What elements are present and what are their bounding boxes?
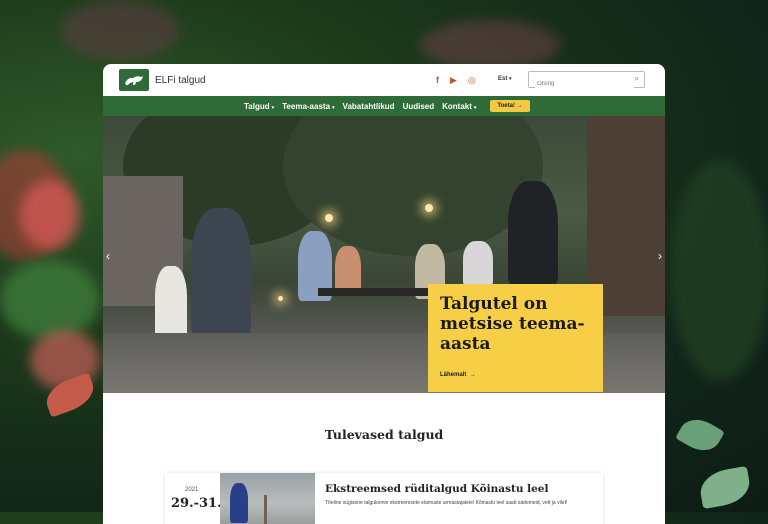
hero-photo-lamp bbox=[278, 296, 283, 301]
background-foliage bbox=[670, 160, 768, 380]
chevron-left-icon[interactable]: ‹ bbox=[106, 249, 110, 263]
hero-card: Talgutel on metsise teema-aasta Lähemalt… bbox=[428, 284, 603, 392]
support-button[interactable]: Toeta! → bbox=[490, 100, 530, 112]
instagram-icon[interactable]: ◎ bbox=[468, 75, 476, 86]
event-title[interactable]: Ekstreemsed rüditalgud Kõinastu leel bbox=[325, 483, 548, 495]
hero-headline: Talgutel on metsise teema-aasta bbox=[440, 294, 585, 354]
social-links: f ▶ ◎ bbox=[436, 75, 476, 86]
hero-photo-person bbox=[508, 181, 558, 286]
hero-photo-lamp bbox=[425, 204, 433, 212]
background-foliage bbox=[60, 0, 180, 60]
event-date: 29.-31. bbox=[171, 496, 222, 511]
arrow-right-icon: → bbox=[469, 372, 476, 378]
search-box: ⌕ bbox=[528, 71, 645, 92]
nav-item-teema-aasta[interactable]: Teema-aasta ▾ bbox=[282, 102, 334, 111]
chevron-down-icon: ▾ bbox=[473, 104, 477, 111]
nav-item-kontakt[interactable]: Kontakt ▾ bbox=[442, 102, 476, 111]
browser-frame: ELFi talgud f ▶ ◎ Est ▾ ⌕ Talgud▾ Teema-… bbox=[103, 64, 665, 524]
background-leaf bbox=[697, 465, 753, 510]
hero-photo-person bbox=[155, 266, 187, 341]
chevron-down-icon: ▾ bbox=[509, 76, 512, 82]
nav-item-label: Talgud bbox=[244, 101, 270, 111]
event-card[interactable]: 2021 29.-31. Ekstreemsed rüditalgud Kõin… bbox=[165, 473, 603, 524]
hero-photo-lamp bbox=[325, 214, 333, 222]
support-button-label: Toeta! bbox=[497, 103, 515, 109]
search-icon[interactable]: ⌕ bbox=[635, 74, 639, 84]
read-more-link[interactable]: Lähemalt → bbox=[440, 372, 476, 378]
facebook-icon[interactable]: f bbox=[436, 75, 439, 86]
search-input[interactable] bbox=[535, 76, 634, 92]
event-thumbnail-post bbox=[264, 495, 267, 524]
event-year: 2021 bbox=[185, 487, 199, 493]
background-foliage bbox=[420, 20, 560, 70]
main-nav: Talgud ▾ Teema-aasta ▾ Vabatahtlikud Uudis… bbox=[103, 96, 665, 116]
background-foliage bbox=[20, 180, 80, 250]
nav-item-label: Kontakt bbox=[442, 101, 472, 111]
nav-item-label: Teema-aasta bbox=[282, 101, 331, 111]
hero-photo-table bbox=[318, 288, 428, 296]
arrow-right-icon: → bbox=[516, 103, 523, 109]
hero-photo-person bbox=[463, 241, 493, 286]
chevron-down-icon: ▾ bbox=[332, 104, 335, 111]
language-label: Est bbox=[498, 76, 508, 82]
brand-name[interactable]: ELFi talgud bbox=[155, 75, 206, 86]
upcoming-section-title: Tulevased talgud bbox=[324, 427, 444, 442]
nav-item-talgud[interactable]: Talgud ▾ bbox=[244, 102, 274, 111]
chevron-right-icon[interactable]: › bbox=[658, 249, 662, 263]
event-thumbnail[interactable] bbox=[220, 473, 315, 524]
event-description: Tõeline sügisene talgukomin ekstreemsete… bbox=[325, 500, 568, 506]
nav-item-uudised[interactable]: Uudised bbox=[403, 102, 435, 111]
language-selector[interactable]: Est ▾ bbox=[498, 76, 512, 82]
hero-banner: ‹ › Talgutel on metsise teema-aasta Lähe… bbox=[103, 116, 665, 393]
background-leaf bbox=[675, 412, 725, 458]
nav-item-vabatahtlikud[interactable]: Vabatahtlikud bbox=[343, 102, 395, 111]
background-foliage bbox=[0, 260, 100, 340]
hero-photo-person bbox=[191, 208, 251, 338]
youtube-icon[interactable]: ▶ bbox=[450, 75, 457, 86]
top-header: ELFi talgud f ▶ ◎ Est ▾ ⌕ bbox=[103, 64, 665, 96]
elfi-logo-icon[interactable] bbox=[119, 69, 149, 91]
chevron-down-icon: ▾ bbox=[271, 104, 275, 111]
event-thumbnail-person bbox=[230, 483, 248, 523]
read-more-label: Lähemalt bbox=[440, 372, 467, 378]
